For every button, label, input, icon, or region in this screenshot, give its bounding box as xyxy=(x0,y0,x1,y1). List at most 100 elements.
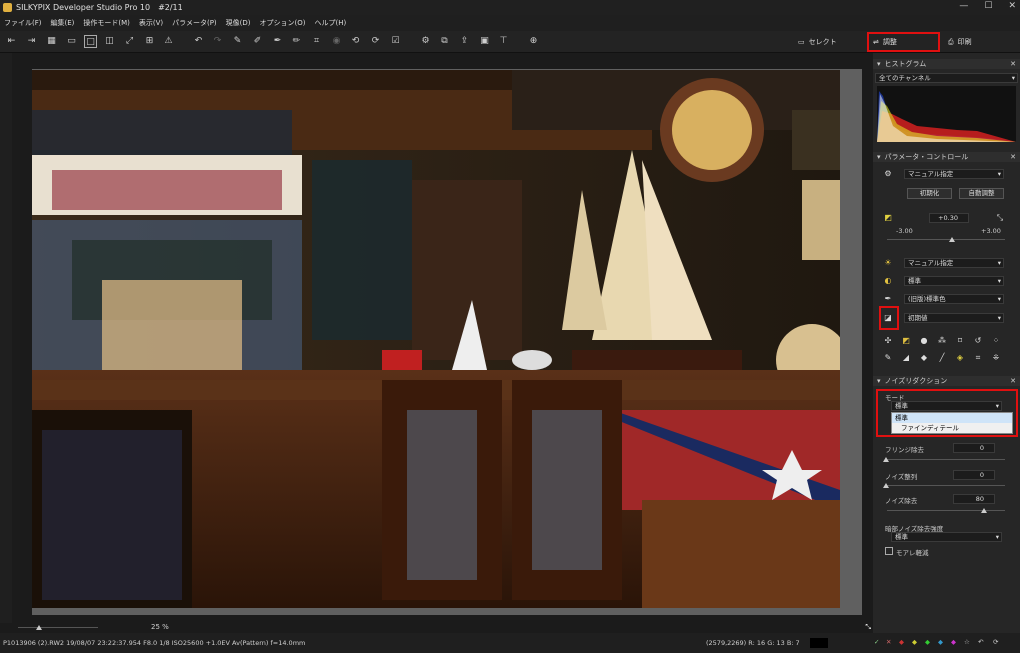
tool-7-icon[interactable]: ⁘ xyxy=(991,336,1001,346)
menu-edit[interactable]: 編集(E) xyxy=(51,18,75,28)
batch-icon[interactable]: ⧉ xyxy=(438,35,451,48)
tone-icon[interactable]: ◐ xyxy=(883,276,893,286)
sharpness-dropdown[interactable]: 初期値 ▾ xyxy=(904,313,1004,323)
maximize-button[interactable]: ☐ xyxy=(984,1,992,11)
label-red-icon[interactable]: ◆ xyxy=(899,638,904,646)
crop-icon[interactable]: ⌗ xyxy=(310,35,323,48)
fringe-slider-knob[interactable] xyxy=(883,457,889,462)
develop-icon[interactable]: ⚙ xyxy=(419,35,432,48)
noise-value[interactable]: 0 xyxy=(953,470,995,480)
tab-select[interactable]: ▭ セレクト xyxy=(798,31,837,53)
reject-icon[interactable]: ✕ xyxy=(886,638,891,646)
tool-4-icon[interactable]: ⁂ xyxy=(937,336,947,346)
menu-parameter[interactable]: パラメータ(P) xyxy=(172,18,216,28)
exposure-slider-knob[interactable] xyxy=(949,237,955,242)
check-icon[interactable]: ☑ xyxy=(389,35,402,48)
nr-value[interactable]: 80 xyxy=(953,494,995,504)
tone-dropdown[interactable]: 標準 ▾ xyxy=(904,276,1004,286)
exposure-icon[interactable]: ◩ xyxy=(883,213,893,223)
rotate-left-icon[interactable]: ⟲ xyxy=(349,35,362,48)
tool-13-icon[interactable]: ⁜ xyxy=(991,353,1001,363)
label-green-icon[interactable]: ◆ xyxy=(925,638,930,646)
menu-file[interactable]: ファイル(F) xyxy=(4,18,42,28)
brush-icon[interactable]: ✐ xyxy=(251,35,264,48)
exposure-scale-icon[interactable]: ⤡ xyxy=(995,213,1005,223)
display-icon[interactable]: ▣ xyxy=(478,35,491,48)
nr-slider-knob[interactable] xyxy=(981,508,987,513)
color-dropper-icon[interactable]: ✒ xyxy=(883,294,893,304)
layer-icon[interactable]: ◉ xyxy=(330,35,343,48)
close-icon[interactable]: ✕ xyxy=(1010,377,1016,385)
zoom-slider[interactable] xyxy=(18,627,98,628)
dropper-icon[interactable]: ✒ xyxy=(271,35,284,48)
undo-icon[interactable]: ↶ xyxy=(192,35,205,48)
grid-view-icon[interactable]: ▦ xyxy=(45,35,58,48)
photo-preview[interactable] xyxy=(32,70,840,608)
nr-slider[interactable] xyxy=(887,510,1005,511)
zoom-slider-knob[interactable] xyxy=(36,625,42,630)
pen-icon[interactable]: ✎ xyxy=(231,35,244,48)
fit-icon[interactable]: ⤡ xyxy=(865,623,871,632)
stamp-icon[interactable]: ✏ xyxy=(290,35,303,48)
dark-nr-dropdown[interactable]: 標準 ▾ xyxy=(891,532,1002,542)
tool-9-icon[interactable]: ◢ xyxy=(901,353,911,363)
tool-icon[interactable]: ⊤ xyxy=(497,35,510,48)
menu-view[interactable]: 表示(V) xyxy=(139,18,163,28)
export-icon[interactable]: ⇪ xyxy=(458,35,471,48)
label-purple-icon[interactable]: ◆ xyxy=(951,638,956,646)
back-icon[interactable]: ⇤ xyxy=(5,35,18,48)
loupe-grid-icon[interactable]: ⊞ xyxy=(143,35,156,48)
zoom-icon[interactable]: ⊕ xyxy=(527,35,540,48)
tool-1-icon[interactable]: ✣ xyxy=(883,336,893,346)
tool-12-icon[interactable]: ◈ xyxy=(955,353,965,363)
color-dropdown[interactable]: (旧版)標準色 ▾ xyxy=(904,294,1004,304)
channel-dropdown[interactable]: 全てのチャンネル ▾ xyxy=(875,73,1018,83)
sun-icon[interactable]: ☀ xyxy=(883,258,893,268)
fringe-value[interactable]: 0 xyxy=(953,443,995,453)
reset-button[interactable]: 初期化 xyxy=(907,188,952,199)
menu-options[interactable]: オプション(O) xyxy=(260,18,306,28)
auto-adjust-button[interactable]: 自動調整 xyxy=(959,188,1004,199)
close-icon[interactable]: ✕ xyxy=(1010,60,1016,68)
noise-reduction-header[interactable]: ▾ ノイズリダクション ✕ xyxy=(873,376,1020,386)
rotate-status-icon[interactable]: ⟳ xyxy=(993,638,998,646)
tool-5-icon[interactable]: ⌑ xyxy=(955,336,965,346)
exposure-value[interactable]: +0.30 xyxy=(929,213,969,223)
param-control-header[interactable]: ▾ パラメータ・コントロール ✕ xyxy=(873,152,1020,162)
moire-checkbox[interactable] xyxy=(885,547,893,555)
noise-slider-knob[interactable] xyxy=(883,483,889,488)
menu-mode[interactable]: 操作モード(M) xyxy=(83,18,130,28)
label-yellow-icon[interactable]: ◆ xyxy=(912,638,917,646)
close-button[interactable]: ✕ xyxy=(1008,1,1016,11)
tool-8-icon[interactable]: ✎ xyxy=(883,353,893,363)
histogram-header[interactable]: ▾ ヒストグラム ✕ xyxy=(873,59,1020,69)
tool-11-icon[interactable]: ╱ xyxy=(937,353,947,363)
close-icon[interactable]: ✕ xyxy=(1010,153,1016,161)
left-collapse-strip[interactable] xyxy=(0,53,12,623)
menu-help[interactable]: ヘルプ(H) xyxy=(315,18,347,28)
single-view-icon[interactable]: □ xyxy=(84,35,97,48)
tool-6-icon[interactable]: ↺ xyxy=(973,336,983,346)
undo-status-icon[interactable]: ↶ xyxy=(978,638,983,646)
redo-icon[interactable]: ↷ xyxy=(211,35,224,48)
minimize-button[interactable]: — xyxy=(959,1,968,11)
tool-3-icon[interactable]: ● xyxy=(919,336,929,346)
ok-icon[interactable]: ✓ xyxy=(874,638,879,646)
rotate-right-icon[interactable]: ⟳ xyxy=(369,35,382,48)
filmstrip-icon[interactable]: ▭ xyxy=(65,35,78,48)
forward-icon[interactable]: ⇥ xyxy=(25,35,38,48)
tab-print[interactable]: ⎙ 印刷 xyxy=(948,31,972,53)
fringe-slider[interactable] xyxy=(887,459,1005,460)
tool-2-icon[interactable]: ◩ xyxy=(901,336,911,346)
fullscreen-icon[interactable]: ⤢ xyxy=(123,35,136,48)
warning-icon[interactable]: ⚠ xyxy=(162,35,175,48)
star-icon[interactable]: ☆ xyxy=(964,638,970,646)
exposure-slider[interactable] xyxy=(887,239,1005,240)
crop-tool-icon[interactable]: ⌗ xyxy=(973,353,983,363)
menu-develop[interactable]: 現像(D) xyxy=(226,18,251,28)
compare-icon[interactable]: ◫ xyxy=(103,35,116,48)
tool-10-icon[interactable]: ◆ xyxy=(919,353,929,363)
preset-dropdown[interactable]: マニュアル指定 ▾ xyxy=(904,169,1004,179)
label-blue-icon[interactable]: ◆ xyxy=(938,638,943,646)
wb-dropdown[interactable]: マニュアル指定 ▾ xyxy=(904,258,1004,268)
